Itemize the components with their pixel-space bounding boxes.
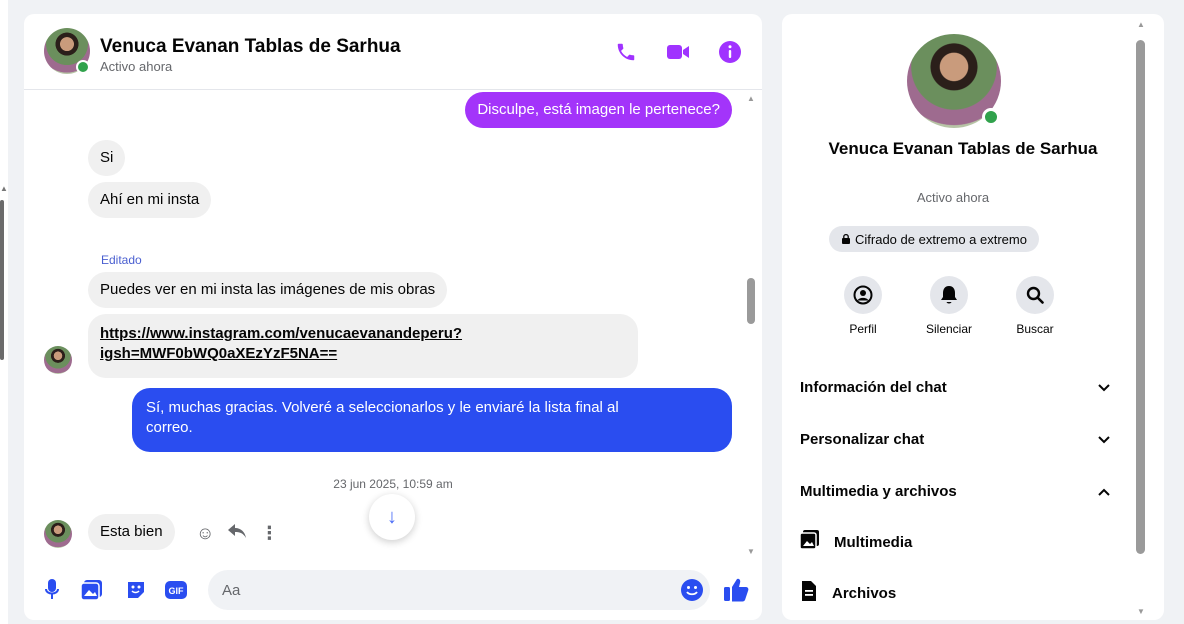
video-icon[interactable] — [664, 38, 692, 66]
message-input[interactable] — [208, 570, 648, 610]
media-item[interactable]: Multimedia — [799, 527, 913, 557]
section-media-files[interactable]: Multimedia y archivos — [800, 476, 1110, 506]
message-composer: GIF — [24, 560, 762, 620]
lock-icon — [841, 232, 851, 247]
instagram-link-line2[interactable]: igsh=MWF0bWQ0aXEzYzF5NA== — [100, 344, 626, 364]
chat-info-panel: Venuca Evanan Tablas de Sarhua Activo ah… — [782, 14, 1164, 620]
file-icon — [800, 581, 818, 605]
encryption-label: Cifrado de extremo a extremo — [855, 231, 1027, 247]
media-icon — [799, 530, 820, 554]
phone-icon[interactable] — [612, 38, 640, 66]
profile-action[interactable]: Perfil — [834, 276, 892, 336]
info-scrollbar-thumb[interactable] — [1136, 40, 1145, 554]
message-line2: correo. — [146, 419, 193, 436]
contact-name[interactable]: Venuca Evanan Tablas de Sarhua — [100, 36, 401, 58]
media-item-label: Multimedia — [834, 533, 913, 551]
message-incoming[interactable]: Puedes ver en mi insta las imágenes de m… — [88, 272, 448, 308]
encryption-badge[interactable]: Cifrado de extremo a extremo — [829, 226, 1039, 252]
section-label: Información del chat — [800, 378, 947, 396]
scroll-up-arrow[interactable]: ▲ — [747, 94, 755, 103]
chat-header: Venuca Evanan Tablas de Sarhua Activo ah… — [24, 14, 762, 90]
image-icon[interactable] — [80, 578, 104, 602]
scroll-up-arrow[interactable]: ▲ — [1137, 20, 1145, 29]
message-incoming[interactable]: Esta bien — [88, 514, 175, 550]
search-action[interactable]: Buscar — [1006, 276, 1064, 336]
chat-scrollbar[interactable]: ▲ ▼ — [746, 94, 756, 556]
arrow-down-icon: ↓ — [387, 505, 397, 528]
profile-name: Venuca Evanan Tablas de Sarhua — [828, 139, 1098, 158]
section-label: Multimedia y archivos — [800, 482, 957, 500]
message-line1: Sí, muchas gracias. Volveré a selecciona… — [146, 399, 619, 416]
svg-text:GIF: GIF — [169, 586, 185, 596]
message-list[interactable]: Disculpe, está imagen le pertenece? Si A… — [24, 90, 762, 560]
chevron-down-icon — [1098, 431, 1110, 448]
section-label: Personalizar chat — [800, 430, 925, 448]
profile-icon[interactable] — [844, 276, 882, 314]
scroll-down-arrow[interactable]: ▼ — [747, 547, 755, 556]
instagram-link-line1[interactable]: https://www.instagram.com/venucaevanande… — [100, 324, 626, 344]
like-icon[interactable] — [722, 576, 750, 604]
info-scrollbar[interactable]: ▲ ▼ — [1136, 20, 1146, 616]
profile-actions: Perfil Silenciar Buscar — [834, 276, 1064, 336]
profile-action-label: Perfil — [849, 322, 877, 336]
info-icon[interactable] — [716, 38, 744, 66]
message-outgoing[interactable]: Sí, muchas gracias. Volveré a selecciona… — [132, 388, 732, 452]
composer-input-wrapper — [208, 570, 710, 610]
message-outgoing[interactable]: Disculpe, está imagen le pertenece? — [465, 92, 732, 128]
mute-action[interactable]: Silenciar — [920, 276, 978, 336]
bell-icon[interactable] — [930, 276, 968, 314]
emoji-icon[interactable] — [680, 578, 704, 602]
contact-status: Activo ahora — [100, 59, 173, 74]
left-panel-sliver: ▲ — [0, 0, 8, 624]
mute-action-label: Silenciar — [925, 322, 973, 336]
search-icon[interactable] — [1016, 276, 1054, 314]
scroll-up-arrow[interactable]: ▲ — [0, 184, 8, 193]
message-actions: ☺ ⋮ — [196, 523, 278, 544]
sender-avatar[interactable] — [44, 346, 72, 374]
left-scrollbar-thumb[interactable] — [0, 200, 4, 360]
scroll-down-arrow[interactable]: ▼ — [1137, 607, 1145, 616]
online-indicator — [76, 60, 90, 74]
section-chat-info[interactable]: Información del chat — [800, 372, 1110, 402]
chat-scrollbar-thumb[interactable] — [747, 278, 755, 324]
scroll-to-bottom-button[interactable]: ↓ — [369, 494, 415, 540]
online-indicator — [982, 108, 1000, 126]
header-actions — [612, 38, 744, 66]
reply-icon[interactable] — [228, 523, 247, 544]
message-link[interactable]: https://www.instagram.com/venucaevanande… — [88, 314, 638, 378]
chevron-up-icon — [1098, 483, 1110, 500]
message-incoming[interactable]: Ahí en mi insta — [88, 182, 212, 218]
profile-status: Activo ahora — [916, 190, 990, 205]
section-customize-chat[interactable]: Personalizar chat — [800, 424, 1110, 454]
chevron-down-icon — [1098, 379, 1110, 396]
files-item[interactable]: Archivos — [800, 578, 896, 608]
sticker-icon[interactable] — [124, 578, 148, 602]
message-incoming[interactable]: Si — [88, 140, 126, 176]
gif-icon[interactable]: GIF — [164, 578, 188, 602]
chat-panel: Venuca Evanan Tablas de Sarhua Activo ah… — [24, 14, 762, 620]
files-item-label: Archivos — [832, 584, 897, 602]
react-emoji-icon[interactable]: ☺ — [196, 523, 214, 544]
search-action-label: Buscar — [1016, 322, 1054, 336]
sender-avatar[interactable] — [44, 520, 72, 548]
edited-label: Editado — [101, 253, 142, 267]
more-options-icon[interactable]: ⋮ — [260, 523, 278, 544]
microphone-icon[interactable] — [40, 578, 64, 602]
message-timestamp: 23 jun 2025, 10:59 am — [333, 477, 453, 491]
